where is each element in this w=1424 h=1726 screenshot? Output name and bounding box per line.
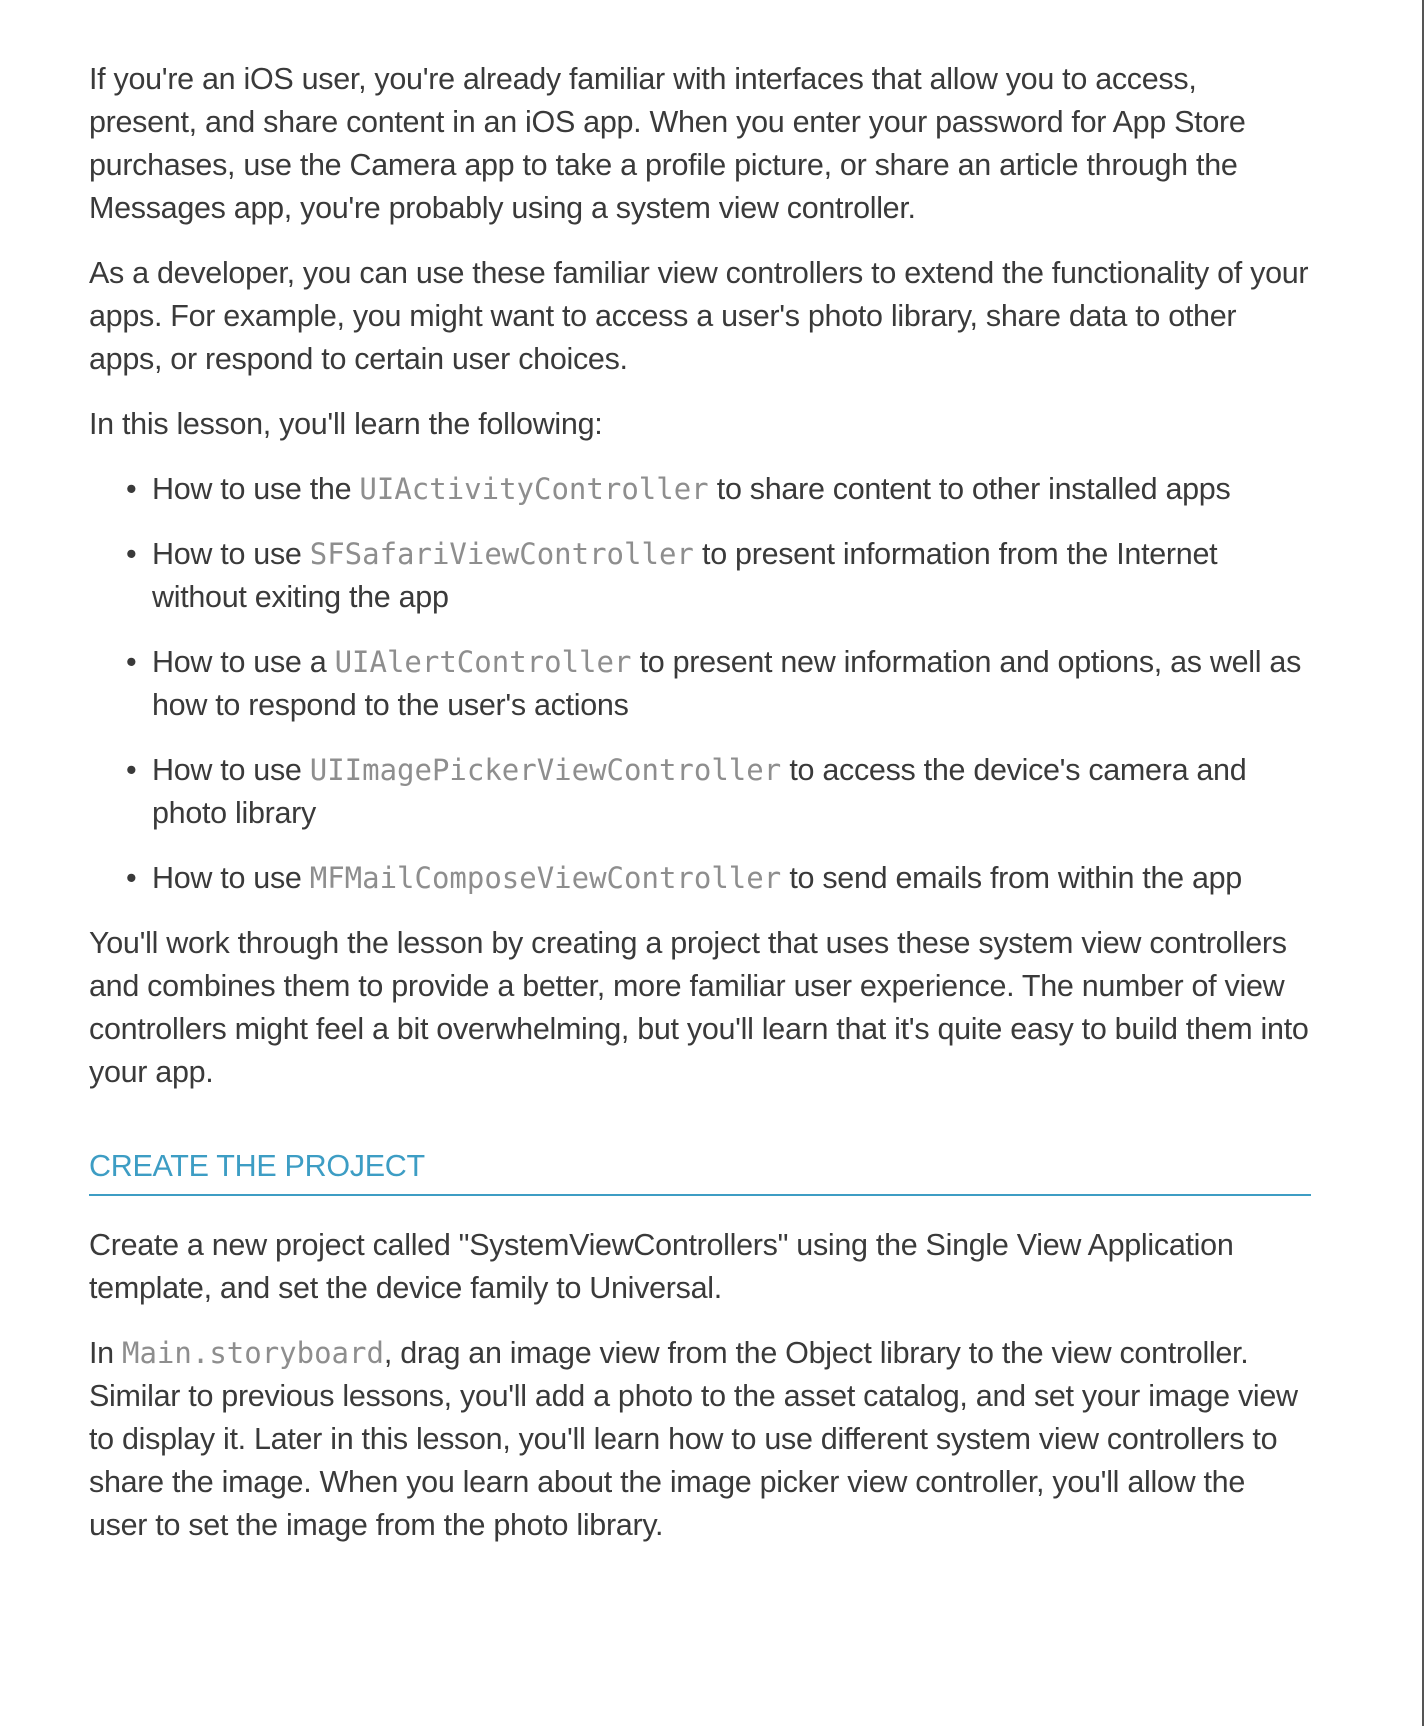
bullet-text: How to use: [152, 537, 310, 571]
bullet-text: How to use the: [152, 472, 360, 506]
section-paragraph-1: Create a new project called "SystemViewC…: [89, 1228, 1234, 1305]
code-span: Main.storyboard: [122, 1336, 384, 1370]
list-item: • How to use a UIAlertController to prese…: [89, 641, 1311, 727]
bullet-dot-icon: •: [126, 753, 137, 787]
list-item: • How to use SFSafariViewController to pr…: [89, 533, 1311, 619]
list-item: • How to use UIImagePickerViewController …: [89, 749, 1311, 835]
summary-paragraph: You'll work through the lesson by creati…: [89, 926, 1309, 1089]
bullet-text: to send emails from within the app: [781, 861, 1242, 895]
bullet-text: How to use a: [152, 645, 335, 679]
list-item: • How to use the UIActivityController to …: [89, 468, 1311, 511]
bullet-text: How to use: [152, 861, 310, 895]
code-span: SFSafariViewController: [309, 537, 694, 571]
list-item: • How to use MFMailComposeViewController …: [89, 857, 1311, 900]
bullet-text: How to use: [152, 753, 310, 787]
intro-paragraph-3: In this lesson, you'll learn the followi…: [89, 407, 603, 441]
paragraph-text: In: [89, 1336, 123, 1370]
bullet-dot-icon: •: [126, 472, 137, 506]
document-page: If you're an iOS user, you're already fa…: [89, 58, 1311, 1569]
intro-paragraph-2: As a developer, you can use these famili…: [89, 256, 1309, 376]
section-paragraph-2: In Main.storyboard, drag an image view f…: [89, 1332, 1311, 1547]
bullet-dot-icon: •: [126, 645, 137, 679]
intro-paragraph-1: If you're an iOS user, you're already fa…: [89, 62, 1246, 225]
bullet-dot-icon: •: [126, 537, 137, 571]
bullet-text: to share content to other installed apps: [708, 472, 1231, 506]
bullet-dot-icon: •: [126, 861, 137, 895]
code-span: UIAlertController: [334, 645, 632, 679]
code-span: MFMailComposeViewController: [309, 861, 782, 895]
code-span: UIActivityController: [359, 472, 709, 506]
section-heading: CREATE THE PROJECT: [89, 1146, 1311, 1196]
code-span: UIImagePickerViewController: [309, 753, 782, 787]
learning-objectives-list: • How to use the UIActivityController to …: [89, 468, 1311, 900]
